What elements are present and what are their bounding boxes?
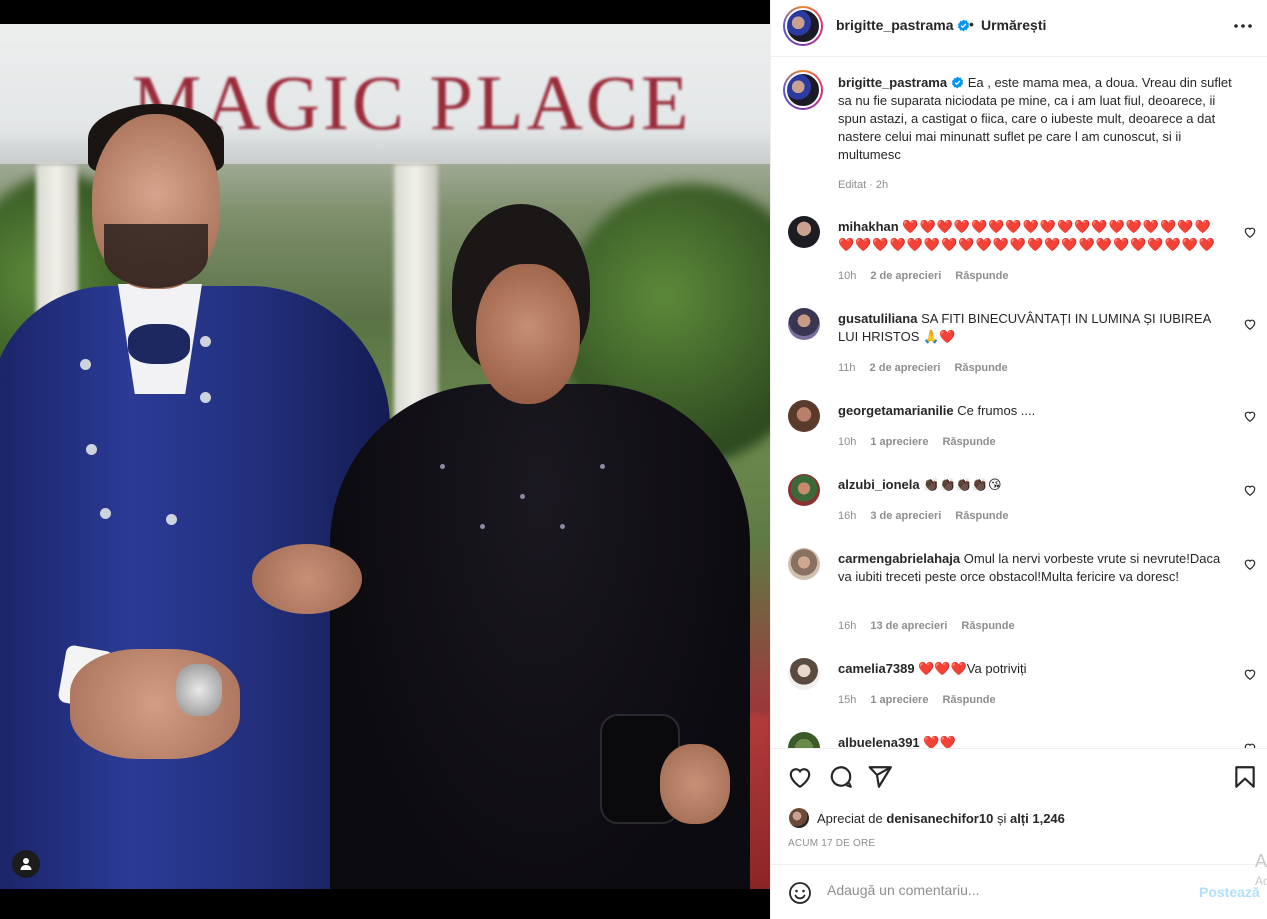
likes-summary[interactable]: Apreciat de denisanechifor10 și alți 1,2… (789, 808, 1065, 828)
post-time[interactable]: ACUM 17 DE ORE (788, 838, 875, 849)
commenter-username[interactable]: albuelena391 (838, 735, 920, 748)
photo-button (86, 444, 97, 455)
post-side-panel: brigitte_pastrama • Urmărești brigitte_p… (770, 0, 1267, 919)
comment-time[interactable]: 10h (838, 270, 856, 282)
photo-pillar (394, 164, 438, 424)
reply-button[interactable]: Răspunde (961, 620, 1014, 632)
commenter-avatar[interactable] (788, 400, 820, 432)
photo-button (200, 392, 211, 403)
activate-windows-watermark-sub: Ac (1255, 874, 1267, 888)
commenter-avatar[interactable] (788, 216, 820, 248)
reply-button[interactable]: Răspunde (942, 694, 995, 706)
verified-badge-icon (952, 76, 964, 89)
like-comment-heart-icon[interactable] (1243, 409, 1257, 423)
reply-button[interactable]: Răspunde (942, 436, 995, 448)
liked-by-others[interactable]: alți 1,246 (1010, 811, 1065, 826)
commenter-username[interactable]: mihakhan (838, 219, 899, 234)
commenter-username[interactable]: carmengabrielahaja (838, 551, 960, 566)
post-comment-button[interactable]: Postează (1199, 884, 1260, 900)
commenter-username[interactable]: alzubi_ionela (838, 477, 920, 492)
commenter-username[interactable]: camelia7389 (838, 661, 915, 676)
liked-by-user[interactable]: denisanechifor10 (886, 811, 993, 826)
comment-likes[interactable]: 13 de aprecieri (870, 620, 947, 632)
author-avatar[interactable] (783, 6, 823, 46)
like-comment-heart-icon[interactable] (1243, 741, 1257, 748)
share-icon[interactable] (867, 764, 893, 790)
commenter-avatar[interactable] (788, 308, 820, 340)
reply-button[interactable]: Răspunde (955, 510, 1008, 522)
photo-button (80, 359, 91, 370)
commenter-avatar[interactable] (788, 658, 820, 690)
post-actions: Apreciat de denisanechifor10 și alți 1,2… (771, 748, 1267, 919)
post-header: brigitte_pastrama • Urmărești (771, 0, 1267, 57)
photo-watch (176, 664, 222, 716)
commenter-username[interactable]: georgetamarianilie (838, 403, 954, 418)
post-media[interactable]: MAGIC PLACE (0, 0, 770, 919)
post-photo[interactable]: MAGIC PLACE (0, 24, 770, 889)
commenter-avatar[interactable] (788, 732, 820, 748)
activate-windows-watermark: A (1255, 851, 1267, 871)
reply-button[interactable]: Răspunde (954, 362, 1007, 374)
like-comment-heart-icon[interactable] (1243, 225, 1257, 239)
photo-man-tie (128, 324, 190, 364)
commenter-username[interactable]: gusatuliliana (838, 311, 917, 326)
liker-avatar[interactable] (789, 808, 809, 828)
comment-likes[interactable]: 1 apreciere (870, 436, 928, 448)
user-tag-icon[interactable] (12, 850, 40, 878)
photo-button (200, 336, 211, 347)
post-caption: brigitte_pastrama Ea , este mama mea, a … (838, 74, 1233, 164)
liked-by-mid: și (996, 810, 1007, 826)
comment-likes[interactable]: 2 de aprecieri (870, 362, 941, 374)
caption-username[interactable]: brigitte_pastrama (838, 75, 947, 90)
comment-likes[interactable]: 3 de aprecieri (870, 510, 941, 522)
commenter-avatar[interactable] (788, 548, 820, 580)
liked-by-prefix: Apreciat de (817, 810, 883, 826)
author-username[interactable]: brigitte_pastrama (836, 17, 970, 33)
caption-author-avatar[interactable] (783, 70, 823, 110)
bookmark-icon[interactable] (1232, 764, 1258, 790)
comment-text: ❤️❤️ (923, 735, 956, 748)
photo-woman-hand (252, 544, 362, 614)
reply-button[interactable]: Răspunde (955, 270, 1008, 282)
comment-likes[interactable]: 1 apreciere (870, 694, 928, 706)
comments-list[interactable]: brigitte_pastrama Ea , este mama mea, a … (771, 58, 1267, 748)
like-comment-heart-icon[interactable] (1243, 557, 1257, 571)
comment-text: 👏🏿👏🏿👏🏿👏🏿😘 (923, 477, 1002, 492)
heart-icon[interactable] (787, 764, 813, 790)
photo-woman-hand (660, 744, 730, 824)
photo-man-beard (104, 224, 208, 288)
following-button[interactable]: Urmărești (981, 17, 1046, 33)
photo-woman-face (476, 264, 580, 404)
add-comment-input[interactable] (827, 882, 1187, 898)
photo-sparkle (520, 494, 525, 499)
photo-sparkle (480, 524, 485, 529)
like-comment-heart-icon[interactable] (1243, 483, 1257, 497)
comment-text: ❤️❤️❤️Va potriviți (918, 661, 1027, 676)
like-comment-heart-icon[interactable] (1243, 317, 1257, 331)
photo-sparkle (560, 524, 565, 529)
photo-sparkle (440, 464, 445, 469)
comment-likes[interactable]: 2 de aprecieri (870, 270, 941, 282)
comment-time[interactable]: 16h (838, 510, 856, 522)
comment-time[interactable]: 10h (838, 436, 856, 448)
caption-meta: Editat · 2h (838, 179, 889, 191)
comment-time[interactable]: 15h (838, 694, 856, 706)
add-comment-bar: Postează (771, 864, 1267, 919)
emoji-icon[interactable] (788, 881, 812, 905)
comment-time[interactable]: 11h (838, 362, 856, 374)
comment-time[interactable]: 16h (838, 620, 856, 632)
more-options-icon[interactable] (1231, 16, 1255, 36)
comment-icon[interactable] (828, 764, 854, 790)
photo-button (100, 508, 111, 519)
separator-dot: • (969, 16, 974, 32)
photo-button (166, 514, 177, 525)
comment-text: Ce frumos .... (957, 403, 1036, 418)
photo-sparkle (600, 464, 605, 469)
commenter-avatar[interactable] (788, 474, 820, 506)
like-comment-heart-icon[interactable] (1243, 667, 1257, 681)
